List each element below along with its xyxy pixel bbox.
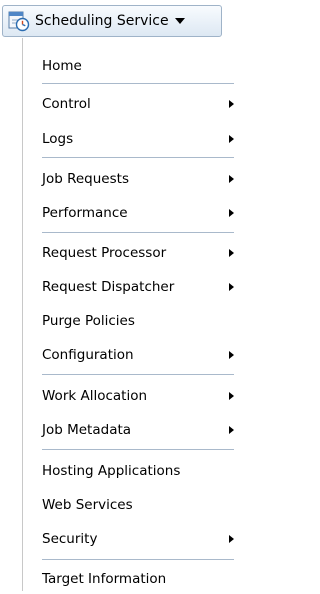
scheduling-service-dropdown-menu: Home Control Logs Job Requests Performan… bbox=[22, 38, 241, 591]
menu-separator bbox=[42, 157, 234, 158]
menu-item-security[interactable]: Security bbox=[23, 524, 242, 554]
chevron-down-icon bbox=[174, 18, 185, 24]
menu-item-label: Purge Policies bbox=[42, 313, 135, 329]
menu-button-label: Scheduling Service bbox=[35, 13, 169, 29]
menu-item-home[interactable]: Home bbox=[23, 51, 242, 81]
menu-item-request-dispatcher[interactable]: Request Dispatcher bbox=[23, 272, 242, 302]
menu-separator bbox=[42, 374, 234, 375]
chevron-right-icon bbox=[229, 535, 234, 543]
menu-item-logs[interactable]: Logs bbox=[23, 124, 242, 154]
chevron-right-icon bbox=[229, 175, 234, 183]
menu-item-label: Job Metadata bbox=[42, 422, 132, 438]
menu-separator bbox=[42, 83, 234, 84]
menu-item-configuration[interactable]: Configuration bbox=[23, 340, 242, 370]
menu-separator bbox=[42, 232, 234, 233]
menu-item-label: Work Allocation bbox=[42, 388, 148, 404]
menu-item-label: Request Processor bbox=[42, 245, 167, 261]
menu-item-label: Target Information bbox=[42, 571, 167, 587]
menu-item-job-requests[interactable]: Job Requests bbox=[23, 164, 242, 194]
scheduling-service-menu-button[interactable]: Scheduling Service bbox=[2, 5, 222, 37]
menu-item-label: Web Services bbox=[42, 497, 133, 513]
chevron-right-icon bbox=[229, 351, 234, 359]
menu-separator bbox=[42, 559, 234, 560]
chevron-right-icon bbox=[229, 283, 234, 291]
menu-item-label: Configuration bbox=[42, 347, 134, 363]
menu-item-label: Request Dispatcher bbox=[42, 279, 175, 295]
menu-separator bbox=[42, 449, 234, 450]
menu-item-job-metadata[interactable]: Job Metadata bbox=[23, 415, 242, 445]
menu-item-label: Security bbox=[42, 531, 98, 547]
menu-item-label: Job Requests bbox=[42, 171, 129, 187]
menu-item-label: Home bbox=[42, 58, 82, 74]
chevron-right-icon bbox=[229, 135, 234, 143]
chevron-right-icon bbox=[229, 426, 234, 434]
menu-item-request-processor[interactable]: Request Processor bbox=[23, 238, 242, 268]
menu-item-label: Performance bbox=[42, 205, 128, 221]
menu-item-purge-policies[interactable]: Purge Policies bbox=[23, 306, 242, 336]
scheduling-service-icon bbox=[8, 11, 30, 32]
menu-item-label: Control bbox=[42, 96, 91, 112]
menu-item-hosting-applications[interactable]: Hosting Applications bbox=[23, 456, 242, 486]
chevron-right-icon bbox=[229, 100, 234, 108]
menu-item-performance[interactable]: Performance bbox=[23, 198, 242, 228]
menu-item-work-allocation[interactable]: Work Allocation bbox=[23, 381, 242, 411]
menu-item-label: Hosting Applications bbox=[42, 463, 181, 479]
menu-item-web-services[interactable]: Web Services bbox=[23, 490, 242, 520]
chevron-right-icon bbox=[229, 392, 234, 400]
menu-item-control[interactable]: Control bbox=[23, 89, 242, 119]
chevron-right-icon bbox=[229, 209, 234, 217]
menu-item-label: Logs bbox=[42, 131, 74, 147]
menu-item-target-information[interactable]: Target Information bbox=[23, 564, 242, 594]
chevron-right-icon bbox=[229, 249, 234, 257]
